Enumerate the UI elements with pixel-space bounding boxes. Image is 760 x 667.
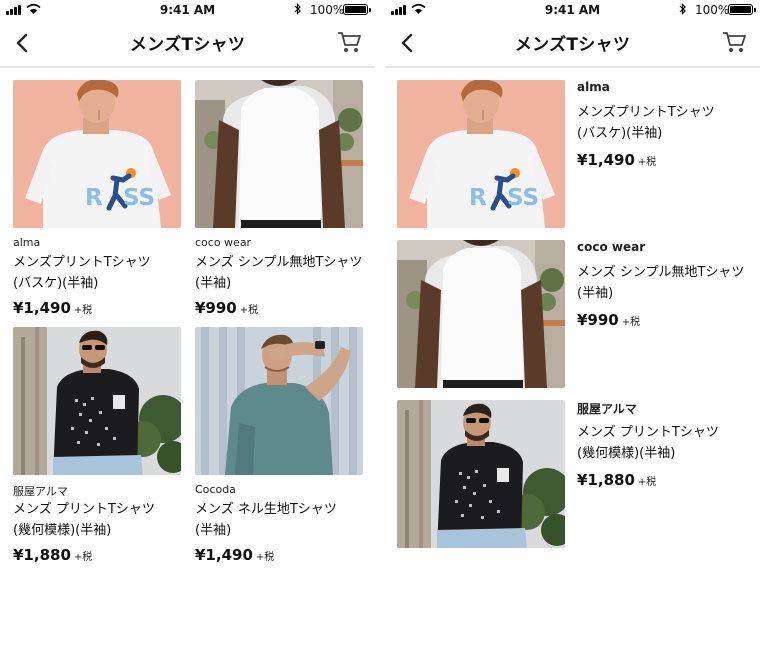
chevron-left-icon[interactable]: [395, 30, 419, 56]
tax-label: +税: [621, 317, 641, 328]
product-price: ¥1,490: [13, 299, 71, 317]
battery-icon: [343, 4, 371, 15]
battery-icon: [728, 4, 756, 15]
product-brand: alma: [13, 236, 41, 249]
product-image[interactable]: [195, 80, 363, 228]
grid-view-screen: 9:41 AM 100% メンズTシャツ alma メンズプリントTシャツ (バス…: [0, 0, 375, 667]
tax-label: +税: [255, 552, 275, 563]
price-row: ¥990 +税: [577, 310, 757, 329]
price-row: ¥1,880 +税: [13, 545, 181, 564]
price-row: ¥1,490 +税: [577, 150, 757, 169]
product-brand: Cocoda: [195, 483, 236, 496]
product-price: ¥1,490: [577, 151, 635, 169]
product-brand: 服屋アルマ: [577, 402, 637, 416]
price-row: ¥1,880 +税: [577, 470, 757, 489]
tax-label: +税: [73, 552, 93, 563]
tax-label: +税: [637, 477, 657, 488]
nav-bar: メンズTシャツ: [0, 20, 375, 68]
product-image[interactable]: [397, 240, 565, 388]
bluetooth-icon: [679, 3, 686, 15]
product-brand: 服屋アルマ: [13, 485, 68, 498]
product-name: メンズプリントTシャツ (バスケ)(半袖): [13, 255, 151, 291]
product-brand: coco wear: [195, 236, 252, 249]
price-row: ¥990 +税: [195, 298, 363, 317]
status-bar: 9:41 AM 100%: [385, 0, 760, 20]
page-title: メンズTシャツ: [514, 35, 631, 55]
product-image[interactable]: [397, 80, 565, 228]
product-price: ¥1,490: [195, 546, 253, 564]
product-info: coco wear メンズ シンプル無地Tシャツ (半袖) ¥990 +税: [577, 240, 757, 329]
product-card[interactable]: alma メンズプリントTシャツ (バスケ)(半袖) ¥1,490 +税: [13, 80, 181, 317]
product-brand: coco wear: [577, 240, 646, 254]
status-bar: 9:41 AM 100%: [0, 0, 375, 20]
product-info: alma メンズプリントTシャツ (バスケ)(半袖) ¥1,490 +税: [577, 80, 757, 169]
product-name: メンズ シンプル無地Tシャツ (半袖): [195, 255, 363, 291]
product-price: ¥1,880: [13, 546, 71, 564]
tax-label: +税: [239, 305, 259, 316]
list-view-screen: 9:41 AM 100% メンズTシャツ alma メンズプリントTシャツ (バス…: [385, 0, 760, 667]
product-name: メンズ シンプル無地Tシャツ (半袖): [577, 265, 745, 301]
product-info: 服屋アルマ メンズ プリントTシャツ (幾何模様)(半袖) ¥1,880 +税: [577, 400, 757, 489]
tax-label: +税: [637, 157, 657, 168]
product-card[interactable]: Cocoda メンズ ネル生地Tシャツ (半袖) ¥1,490 +税: [195, 327, 363, 564]
product-brand: alma: [577, 80, 610, 94]
product-image[interactable]: [195, 327, 363, 475]
product-image[interactable]: [397, 400, 565, 548]
list-item[interactable]: coco wear メンズ シンプル無地Tシャツ (半袖) ¥990 +税: [397, 240, 752, 388]
product-price: ¥990: [577, 311, 619, 329]
cart-icon[interactable]: [336, 30, 362, 54]
page-title: メンズTシャツ: [129, 35, 246, 55]
product-price: ¥1,880: [577, 471, 635, 489]
product-price: ¥990: [195, 299, 237, 317]
tax-label: +税: [73, 305, 93, 316]
product-name: メンズ プリントTシャツ (幾何模様)(半袖): [13, 502, 155, 538]
product-image[interactable]: [13, 327, 181, 475]
price-row: ¥1,490 +税: [195, 545, 363, 564]
cart-icon[interactable]: [721, 30, 747, 54]
product-card[interactable]: coco wear メンズ シンプル無地Tシャツ (半袖) ¥990 +税: [195, 80, 363, 317]
battery-percent: 100%: [695, 3, 730, 17]
price-row: ¥1,490 +税: [13, 298, 181, 317]
product-name: メンズプリントTシャツ (バスケ)(半袖): [577, 105, 715, 141]
list-item[interactable]: 服屋アルマ メンズ プリントTシャツ (幾何模様)(半袖) ¥1,880 +税: [397, 400, 752, 548]
nav-bar: メンズTシャツ: [385, 20, 760, 68]
product-image[interactable]: [13, 80, 181, 228]
product-name: メンズ ネル生地Tシャツ (半袖): [195, 502, 337, 538]
product-name: メンズ プリントTシャツ (幾何模様)(半袖): [577, 425, 719, 461]
battery-percent: 100%: [310, 3, 345, 17]
bluetooth-icon: [294, 3, 301, 15]
list-item[interactable]: alma メンズプリントTシャツ (バスケ)(半袖) ¥1,490 +税: [397, 80, 752, 228]
product-card[interactable]: 服屋アルマ メンズ プリントTシャツ (幾何模様)(半袖) ¥1,880 +税: [13, 327, 181, 564]
chevron-left-icon[interactable]: [10, 30, 34, 56]
